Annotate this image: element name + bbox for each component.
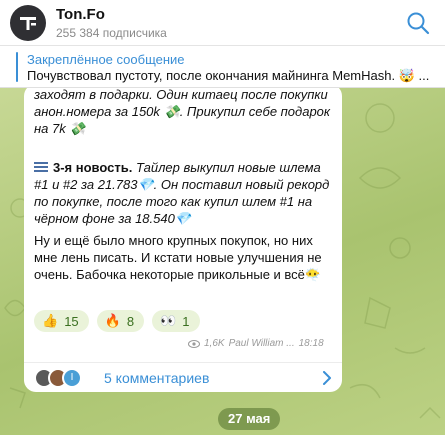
chat-area[interactable]: заходят в подарки. Один китаец после пок…	[0, 88, 445, 435]
pinned-text: Почувствовал пустоту, после окончания ма…	[27, 68, 430, 83]
pinned-title: Закреплённое сообщение	[27, 52, 185, 67]
channel-logo-icon	[20, 17, 36, 30]
channel-title: Ton.Fo	[56, 6, 105, 23]
subscriber-count: 255 384 подписчика	[56, 26, 167, 40]
thumbs-up-icon: 👍	[42, 313, 59, 328]
views-count: 1,6K	[204, 338, 225, 349]
reaction-count: 1	[182, 313, 190, 329]
pinned-indicator	[16, 52, 18, 82]
eyes-icon: 👀	[160, 313, 177, 328]
reactions-bar: 👍 15 🔥 8 👀 1	[34, 310, 200, 332]
channel-header[interactable]: Ton.Fo 255 384 подписчика	[0, 0, 445, 46]
comments-label: 5 комментариев	[104, 370, 210, 386]
list-icon	[34, 162, 48, 172]
post-author: Paul William ...	[228, 338, 295, 349]
post-meta: 1,6K Paul William ... 18:18	[188, 338, 324, 349]
date-separator: 27 мая	[218, 408, 281, 430]
pinned-message[interactable]: Закреплённое сообщение Почувствовал пуст…	[0, 46, 445, 88]
post-time: 18:18	[298, 338, 324, 349]
post-news-heading: 3-я новость.	[53, 160, 133, 175]
search-icon[interactable]	[405, 10, 431, 36]
chevron-right-icon	[323, 371, 331, 385]
commenter-avatar: I	[62, 368, 82, 388]
views-eye-icon	[188, 339, 200, 348]
post-paragraph-3: Ну и ещё было много крупных покупок, но …	[34, 233, 322, 282]
reaction-count: 15	[64, 313, 79, 329]
channel-post[interactable]: заходят в подарки. Один китаец после пок…	[24, 88, 342, 392]
reaction-thumbs-up[interactable]: 👍 15	[34, 310, 89, 332]
reaction-count: 8	[126, 313, 135, 329]
reaction-fire[interactable]: 🔥 8	[96, 310, 145, 332]
fire-icon: 🔥	[104, 313, 121, 328]
post-paragraph-1: заходят в подарки. Один китаец после пок…	[34, 88, 331, 136]
comments-button[interactable]: I 5 комментариев	[24, 362, 342, 392]
reaction-eyes[interactable]: 👀 1	[152, 310, 200, 332]
post-paragraph-2: 3-я новость. Тайлер выкупил новые шлема …	[34, 159, 334, 227]
channel-avatar[interactable]	[10, 5, 46, 41]
